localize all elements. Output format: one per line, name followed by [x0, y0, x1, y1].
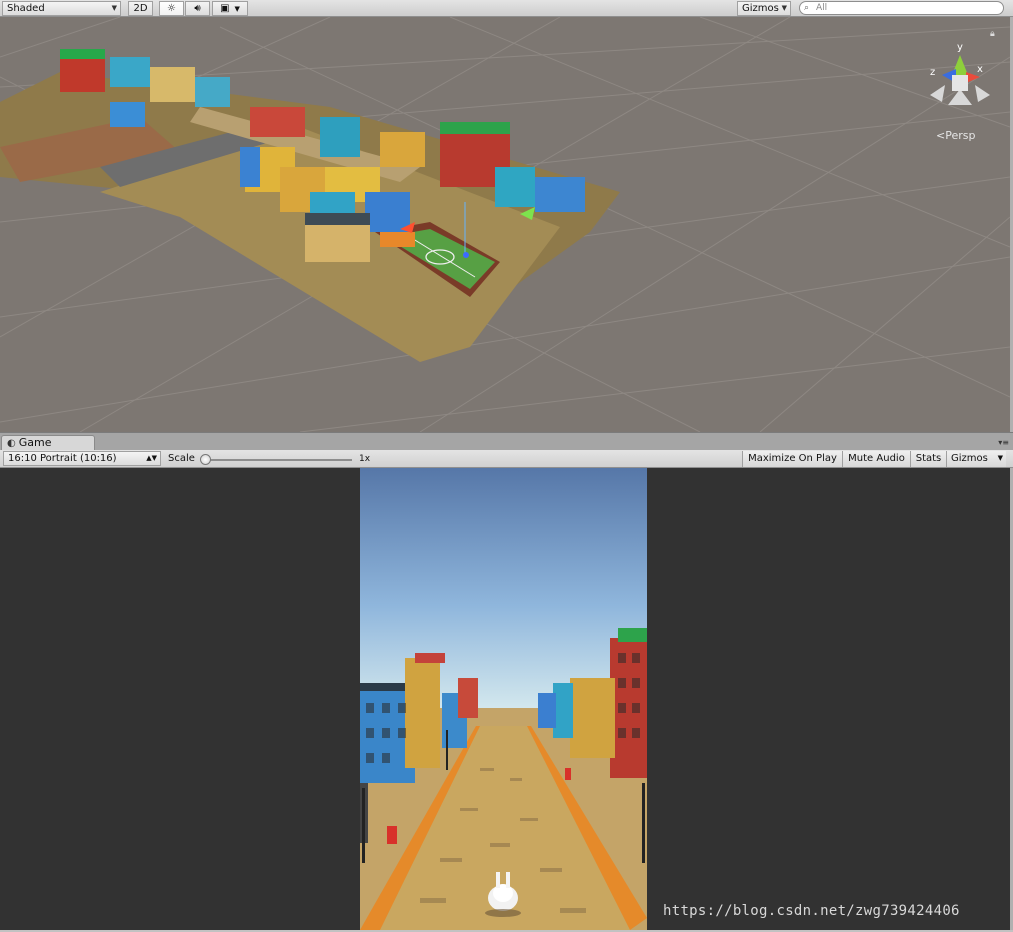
gizmo-axis-y: y: [957, 42, 963, 53]
projection-toggle[interactable]: <Persp: [936, 129, 975, 142]
shading-mode-dropdown[interactable]: Shaded ▼: [2, 1, 121, 16]
sun-icon: ☼: [167, 3, 176, 14]
scene-lighting-button[interactable]: ☼: [159, 1, 184, 16]
scale-label: Scale: [168, 453, 195, 464]
scene-render: y x z: [0, 17, 1010, 432]
scene-toolbar: Shaded ▼ 2D ☼ 🔊︎ ▣ ▼ Gizmos ▼ ⌕ All: [0, 0, 1013, 17]
image-icon: ▣: [220, 3, 230, 14]
scale-slider-thumb[interactable]: [200, 454, 211, 465]
game-toolbar: 16:10 Portrait (10:16) ▲▼ Scale 1x Maxim…: [0, 450, 1013, 468]
scene-audio-button[interactable]: 🔊︎: [185, 1, 210, 16]
game-controller-icon: ◐: [7, 438, 16, 449]
dropdown-arrow-icon: ▼: [997, 454, 1003, 462]
scene-search-input[interactable]: ⌕ All: [799, 1, 1004, 15]
watermark-text: https://blog.csdn.net/zwg739424406: [663, 903, 960, 919]
tab-game-label: Game: [18, 436, 52, 449]
resolution-value: 16:10 Portrait (10:16): [8, 453, 117, 464]
game-view[interactable]: [0, 468, 1010, 930]
mute-audio-button[interactable]: Mute Audio: [842, 451, 910, 467]
2d-toggle-button[interactable]: 2D: [128, 1, 153, 16]
resolution-dropdown[interactable]: 16:10 Portrait (10:16) ▲▼: [3, 451, 161, 466]
projection-label: Persp: [945, 129, 976, 142]
scene-gizmos-label: Gizmos: [742, 3, 779, 14]
dropdown-arrow-icon: ▼: [781, 4, 787, 12]
game-render: [360, 468, 647, 930]
search-placeholder: All: [816, 3, 828, 13]
dropdown-arrow-icon: ▼: [234, 5, 240, 13]
dropdown-arrow-icon: ▲▼: [146, 454, 157, 462]
speaker-icon: 🔊︎: [194, 3, 201, 14]
game-tab-strip: ◐ Game ▾≡: [0, 432, 1013, 451]
game-gizmos-dropdown[interactable]: Gizmos ▼: [946, 451, 1006, 467]
shading-mode-value: Shaded: [7, 3, 45, 14]
tab-game[interactable]: ◐ Game: [1, 435, 95, 451]
maximize-on-play-button[interactable]: Maximize On Play: [742, 451, 842, 467]
scale-value: 1x: [359, 454, 371, 464]
gizmo-axis-z: z: [930, 67, 935, 78]
scene-effects-button[interactable]: ▣ ▼: [212, 1, 248, 16]
lock-icon[interactable]: 🔒︎: [990, 29, 995, 39]
scene-viewport[interactable]: y x z <Persp 🔒︎: [0, 17, 1010, 432]
game-gizmos-label: Gizmos: [951, 453, 988, 464]
gizmo-axis-x: x: [977, 64, 983, 75]
game-render-frame: [360, 468, 647, 930]
dropdown-arrow-icon: ▼: [111, 4, 117, 12]
search-icon: ⌕: [804, 3, 810, 13]
scene-gizmos-dropdown[interactable]: Gizmos ▼: [737, 1, 791, 16]
stats-button[interactable]: Stats: [910, 451, 946, 467]
scale-slider-track[interactable]: [204, 459, 352, 461]
tab-menu-icon[interactable]: ▾≡: [998, 438, 1009, 447]
chevron-left-icon: <: [936, 129, 946, 142]
